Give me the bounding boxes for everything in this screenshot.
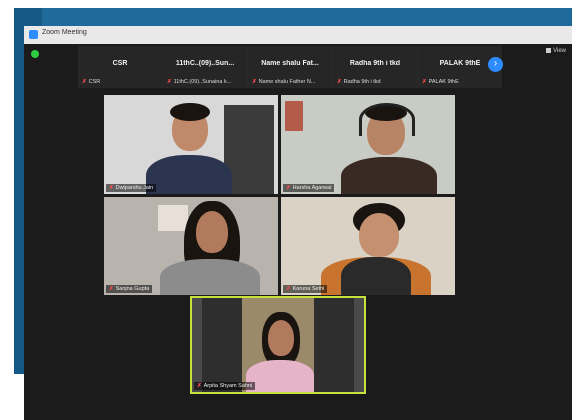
thumbnail-label: ✗ 11thC.(09)..Sunaina k... [167, 79, 232, 85]
curtain-left [202, 298, 242, 392]
mic-muted-icon: ✗ [197, 383, 202, 389]
mic-muted-icon: ✗ [422, 79, 427, 85]
thumbnail-name: CSR [112, 60, 128, 67]
thumbnail-label: ✗ PALAK 9thE [422, 79, 459, 85]
participant-thumbnail[interactable]: Name shalu Fat... ✗ Name shalu Father N..… [248, 46, 332, 88]
video-tile[interactable]: ✗ Dwiparshu Jain [104, 95, 278, 194]
zoom-logo-icon [29, 30, 38, 39]
title-bar: Zoom Meeting [24, 26, 572, 44]
participant-name-label: ✗ Sanjna Gupta [106, 285, 153, 293]
video-tile-active-speaker[interactable]: ✗ Arpita Shyam Sahni [190, 296, 366, 394]
mic-muted-icon: ✗ [82, 79, 87, 85]
curtain-right [314, 298, 354, 392]
participant-thumbnail[interactable]: CSR ✗ CSR [78, 46, 162, 88]
mic-muted-icon: ✗ [109, 185, 114, 191]
window-title: Zoom Meeting [42, 29, 87, 36]
mic-muted-icon: ✗ [167, 79, 172, 85]
view-button[interactable]: View [546, 48, 566, 54]
thumbnail-name: 11thC..(09)..Sun... [175, 60, 235, 67]
mic-muted-icon: ✗ [286, 286, 291, 292]
thumbnail-name: Name shalu Fat... [261, 60, 319, 67]
participant-name-label: ✗ Arpita Shyam Sahni [194, 382, 256, 390]
participant-thumbnail[interactable]: 11thC..(09)..Sun... ✗ 11thC.(09)..Sunaina… [163, 46, 247, 88]
wall-frame [158, 205, 188, 231]
next-page-button[interactable]: › [488, 57, 503, 72]
thumbnail-name: Radha 9th i tkd [349, 60, 401, 67]
thumbnail-label: ✗ CSR [82, 79, 101, 85]
mic-muted-icon: ✗ [109, 286, 114, 292]
participant-strip: CSR ✗ CSR 11thC..(09)..Sun... ✗ 11thC.(09)… [78, 46, 502, 88]
security-shield-icon[interactable] [31, 50, 39, 58]
video-tile[interactable]: ✗ Harsha Agarwal [281, 95, 455, 194]
mic-muted-icon: ✗ [252, 79, 257, 85]
mic-muted-icon: ✗ [286, 185, 291, 191]
participant-thumbnail[interactable]: Radha 9th i tkd ✗ Radha 9th i tkd [333, 46, 417, 88]
participant-name-label: ✗ Dwiparshu Jain [106, 184, 157, 192]
participant-name-label: ✗ Harsha Agarwal [283, 184, 335, 192]
thumbnail-label: ✗ Name shalu Father N... [252, 79, 316, 85]
view-label: View [553, 48, 566, 55]
participant-name-label: ✗ Karuna Sethi [283, 285, 328, 293]
video-tile[interactable]: ✗ Sanjna Gupta [104, 197, 278, 295]
video-tile[interactable]: ✗ Karuna Sethi [281, 197, 455, 295]
wall-art [285, 101, 303, 131]
grid-icon [546, 48, 552, 53]
mic-muted-icon: ✗ [337, 79, 342, 85]
thumbnail-label: ✗ Radha 9th i tkd [337, 79, 381, 85]
